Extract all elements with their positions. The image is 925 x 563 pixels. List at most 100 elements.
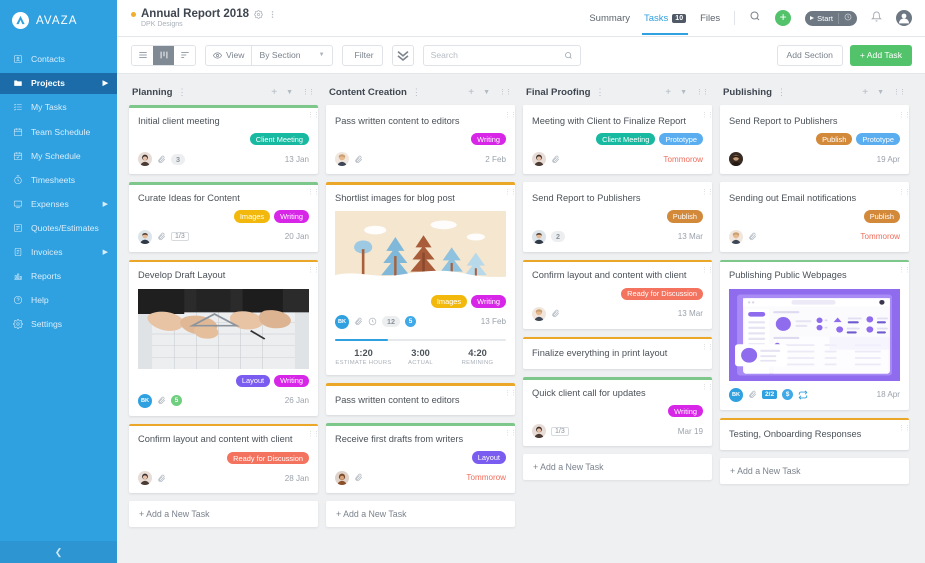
task-card[interactable]: ⋮⋮ Curate Ideas for Content Images Writing 1… (129, 182, 318, 252)
sidebar-item-settings[interactable]: Settings (0, 314, 117, 335)
add-new-task-button[interactable]: + Add a New Task (523, 454, 712, 481)
avatar[interactable] (138, 152, 152, 167)
user-avatar-icon[interactable] (896, 10, 912, 26)
sidebar-item-my-schedule[interactable]: My Schedule (0, 145, 117, 166)
task-card[interactable]: ⋮⋮ Finalize everything in print layout (523, 336, 712, 369)
drag-handle-icon[interactable]: ⋮⋮ (893, 89, 906, 96)
add-task-button[interactable]: + Add Task (849, 44, 912, 66)
more-vertical-icon[interactable]: ⋮ (412, 87, 421, 98)
task-tag[interactable]: Ready for Discussion (621, 287, 703, 300)
add-card-icon[interactable]: + (271, 87, 277, 98)
gantt-view-icon[interactable] (174, 45, 195, 65)
drag-handle-icon[interactable]: ⋮⋮ (898, 425, 909, 432)
bell-icon[interactable] (871, 9, 882, 27)
task-tag[interactable]: Prototype (856, 133, 900, 146)
sidebar-item-expenses[interactable]: Expenses ▶ (0, 194, 117, 215)
board-view-icon[interactable] (153, 45, 174, 65)
drag-handle-icon[interactable]: ⋮⋮ (302, 89, 315, 96)
task-card[interactable]: ⋮⋮ Quick client call for updates Writing 1/… (523, 377, 712, 447)
task-tag[interactable]: Prototype (659, 133, 703, 146)
tab-files[interactable]: Files (700, 2, 720, 35)
avatar[interactable]: BK (335, 314, 349, 329)
drag-handle-icon[interactable]: ⋮⋮ (307, 112, 318, 119)
sidebar-item-invoices[interactable]: Invoices ▶ (0, 242, 117, 263)
task-tag[interactable]: Writing (471, 133, 506, 146)
drag-handle-icon[interactable]: ⋮⋮ (898, 267, 909, 274)
avatar[interactable] (138, 229, 152, 244)
task-tag[interactable]: Publish (863, 210, 900, 223)
task-tag[interactable]: Publish (666, 210, 703, 223)
drag-handle-icon[interactable]: ⋮⋮ (701, 344, 712, 351)
sidebar-item-team-schedule[interactable]: Team Schedule (0, 121, 117, 142)
add-button[interactable]: + (775, 10, 792, 26)
task-card[interactable]: ⋮⋮ Pass written content to editors Writing… (326, 105, 515, 175)
task-card[interactable]: ⋮⋮ Send Report to Publishers Publish Protot… (720, 105, 909, 175)
sidebar-item-reports[interactable]: Reports (0, 266, 117, 287)
task-tag[interactable]: Client Meeting (249, 133, 309, 146)
add-card-icon[interactable]: + (665, 87, 671, 98)
list-view-icon[interactable] (132, 45, 153, 65)
search-input[interactable] (430, 50, 564, 60)
drag-handle-icon[interactable]: ⋮⋮ (701, 189, 712, 196)
add-card-icon[interactable]: + (468, 87, 474, 98)
task-card[interactable]: ⋮⋮ Testing, Onboarding Responses (720, 417, 909, 450)
avatar[interactable] (532, 306, 546, 321)
add-new-task-button[interactable]: + Add a New Task (326, 500, 515, 527)
drag-handle-icon[interactable]: ⋮⋮ (696, 89, 709, 96)
task-card[interactable]: ⋮⋮ Pass written content to editors (326, 383, 515, 416)
task-card[interactable]: ⋮⋮ Meeting with Client to Finalize Report… (523, 105, 712, 175)
avatar[interactable] (532, 424, 546, 439)
task-tag[interactable]: Writing (471, 295, 506, 308)
avatar[interactable] (532, 229, 546, 244)
more-vertical-icon[interactable]: ⋮ (596, 87, 605, 98)
add-section-button[interactable]: Add Section (776, 44, 843, 66)
more-vertical-icon[interactable]: ⋮ (777, 87, 786, 98)
chevron-down-icon[interactable]: ▼ (680, 89, 687, 96)
more-vertical-icon[interactable]: ⋮ (178, 87, 187, 98)
expand-all-button[interactable] (391, 44, 414, 66)
chevron-down-icon[interactable]: ▼ (286, 89, 293, 96)
task-tag[interactable]: Publish (816, 133, 853, 146)
add-card-icon[interactable]: + (862, 87, 868, 98)
avatar[interactable] (532, 152, 546, 167)
drag-handle-icon[interactable]: ⋮⋮ (504, 189, 515, 196)
drag-handle-icon[interactable]: ⋮⋮ (499, 89, 512, 96)
tab-summary[interactable]: Summary (589, 2, 630, 35)
sidebar-item-help[interactable]: Help (0, 290, 117, 311)
task-tag[interactable]: Writing (668, 405, 703, 418)
drag-handle-icon[interactable]: ⋮⋮ (504, 390, 515, 397)
task-tag[interactable]: Writing (274, 210, 309, 223)
more-vertical-icon[interactable] (268, 10, 277, 19)
avatar[interactable] (729, 229, 743, 244)
add-new-task-button[interactable]: + Add a New Task (720, 457, 909, 484)
drag-handle-icon[interactable]: ⋮⋮ (307, 431, 318, 438)
chevron-down-icon[interactable]: ▼ (483, 89, 490, 96)
drag-handle-icon[interactable]: ⋮⋮ (701, 112, 712, 119)
filter-button[interactable]: Filter (341, 44, 383, 66)
search-input-wrapper[interactable] (422, 44, 581, 66)
gear-icon[interactable] (254, 9, 263, 19)
sidebar-item-my-tasks[interactable]: My Tasks (0, 97, 117, 118)
avatar[interactable]: BK (138, 393, 152, 408)
view-button[interactable]: View (206, 46, 251, 65)
sidebar-item-projects[interactable]: Projects ▶ (0, 73, 117, 94)
avatar[interactable] (335, 152, 349, 167)
task-tag[interactable]: Ready for Discussion (227, 452, 309, 465)
add-new-task-button[interactable]: + Add a New Task (129, 501, 318, 528)
task-tag[interactable]: Client Meeting (596, 133, 656, 146)
task-card[interactable]: ⋮⋮ Receive first drafts from writers Layou… (326, 423, 515, 493)
drag-handle-icon[interactable]: ⋮⋮ (701, 384, 712, 391)
timer-start-button[interactable]: Start (805, 10, 857, 26)
drag-handle-icon[interactable]: ⋮⋮ (898, 189, 909, 196)
task-tag[interactable]: Images (430, 295, 468, 308)
drag-handle-icon[interactable]: ⋮⋮ (701, 267, 712, 274)
task-card[interactable]: ⋮⋮ Initial client meeting Client Meeting 3 1… (129, 105, 318, 175)
group-by-dropdown[interactable]: By Section ▼ (251, 45, 331, 65)
drag-handle-icon[interactable]: ⋮⋮ (307, 267, 318, 274)
drag-handle-icon[interactable]: ⋮⋮ (898, 112, 909, 119)
tab-tasks[interactable]: Tasks 10 (641, 2, 689, 35)
task-tag[interactable]: Writing (274, 374, 309, 387)
brand-logo-area[interactable]: AVAZA (0, 0, 117, 43)
drag-handle-icon[interactable]: ⋮⋮ (504, 112, 515, 119)
task-tag[interactable]: Layout (235, 374, 271, 387)
